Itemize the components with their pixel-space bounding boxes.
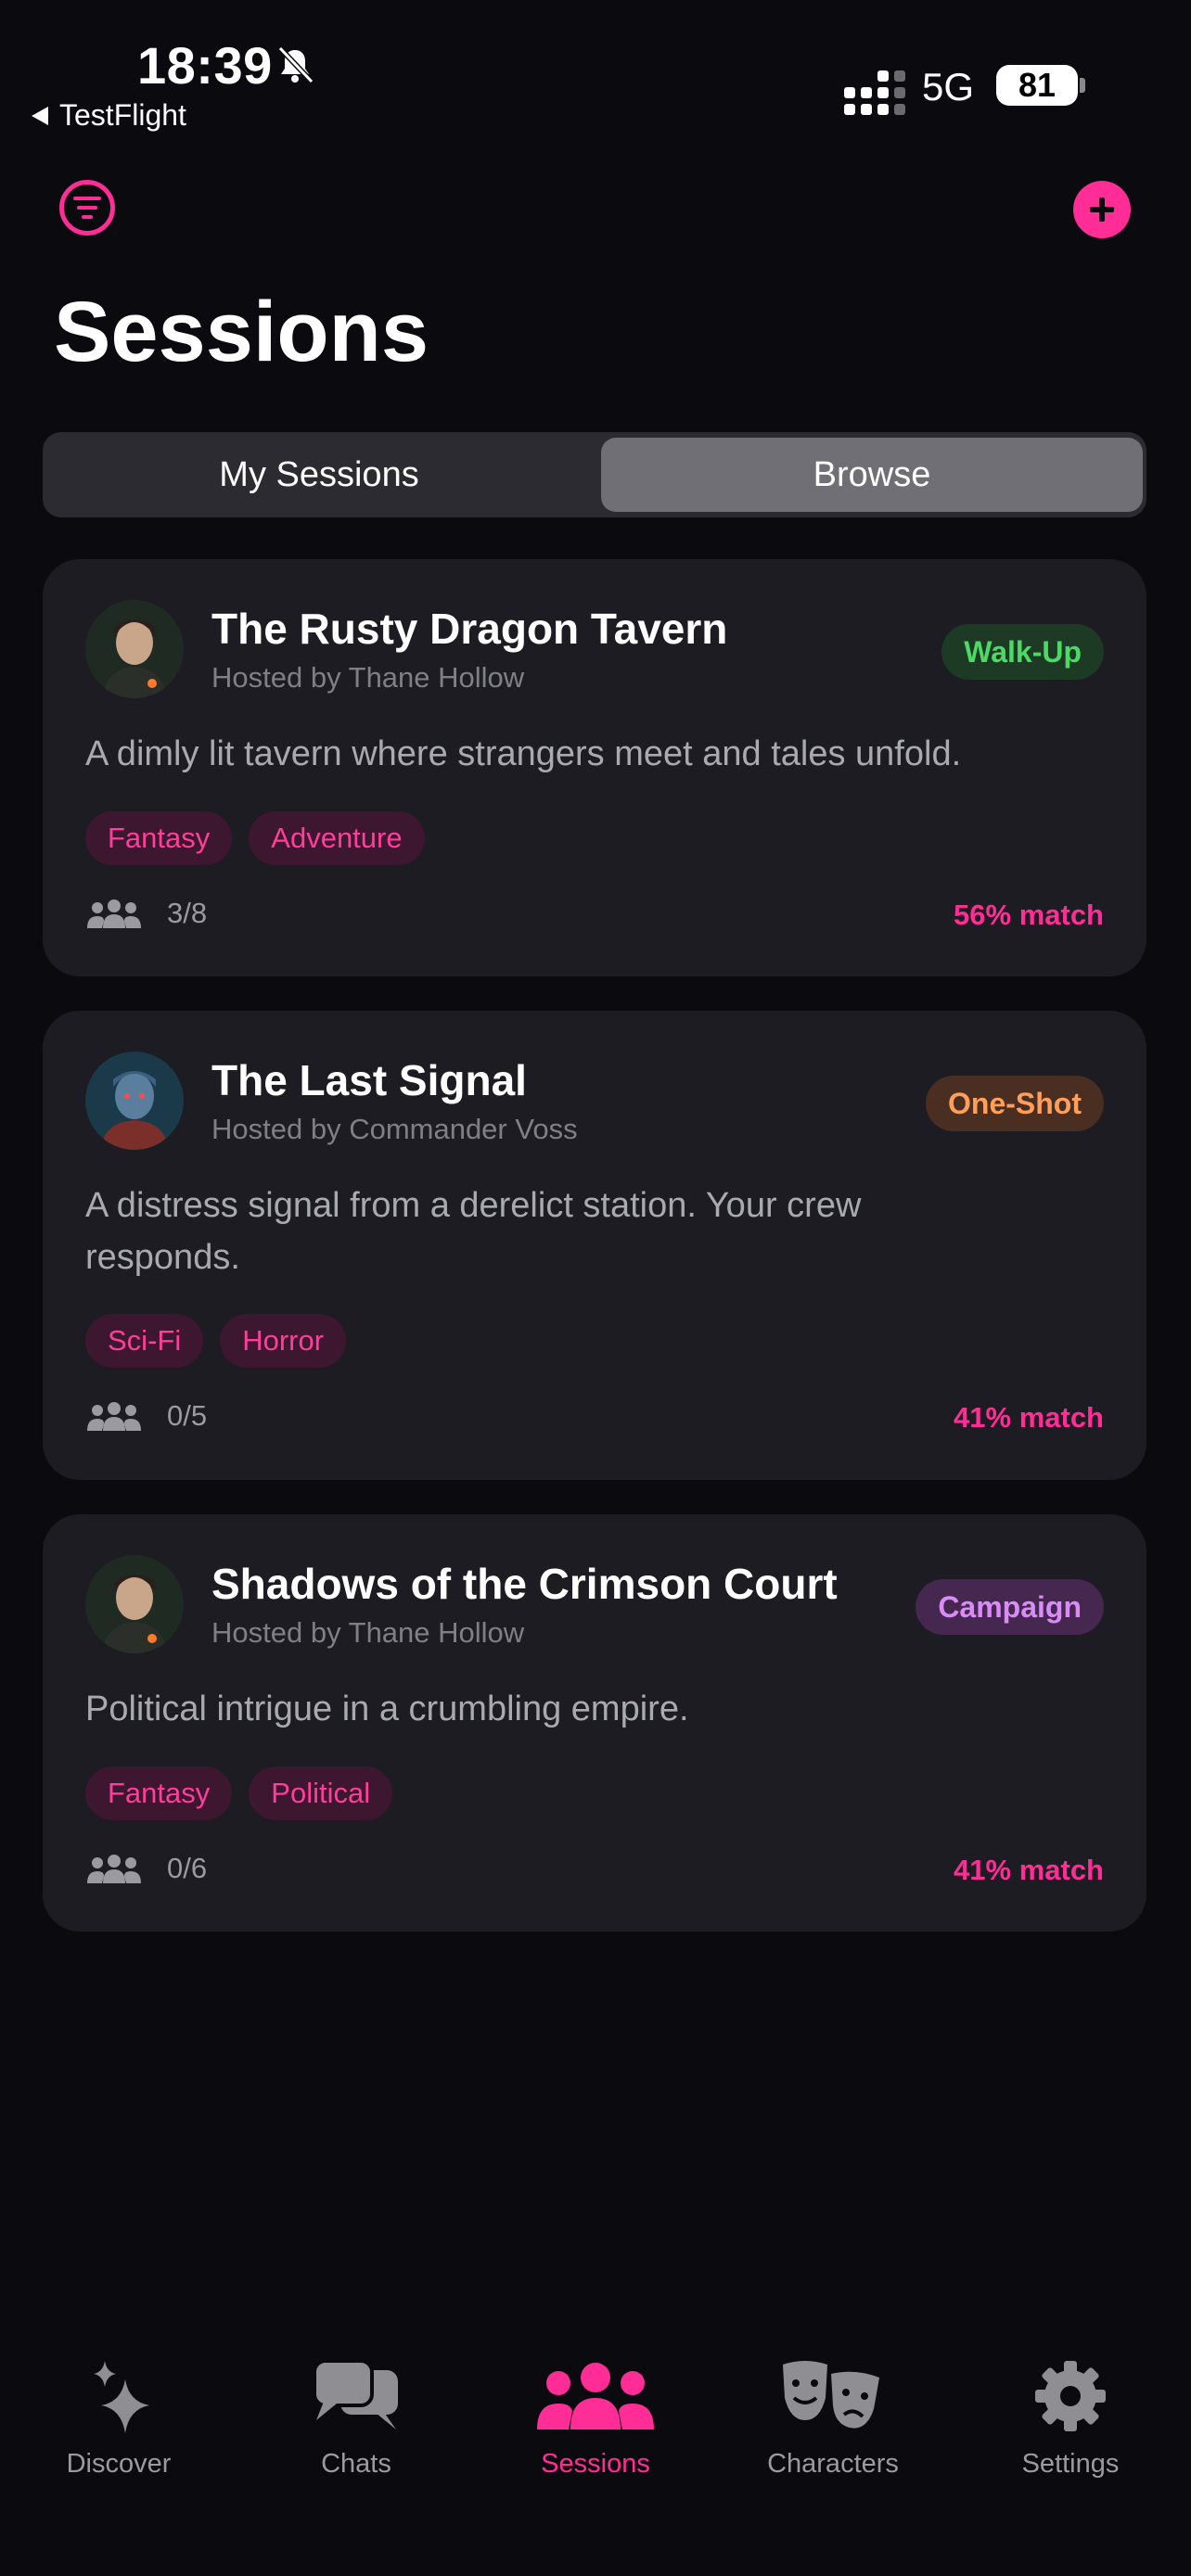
session-host: Hosted by Thane Hollow — [211, 1616, 525, 1649]
sessions-segmented-control: My Sessions Browse — [43, 432, 1146, 517]
tab-sessions[interactable]: Sessions — [493, 2355, 698, 2480]
session-description: A dimly lit tavern where strangers meet … — [85, 734, 962, 773]
session-description: A distress signal from a derelict statio… — [85, 1186, 862, 1277]
session-type-badge: One-Shot — [926, 1076, 1104, 1131]
host-avatar — [85, 600, 184, 698]
segment-my-sessions[interactable]: My Sessions — [48, 438, 590, 512]
sparkles-icon — [94, 2361, 149, 2433]
tab-label: Sessions — [541, 2449, 650, 2479]
add-session-button[interactable] — [1073, 181, 1131, 238]
host-avatar — [85, 1052, 184, 1150]
muted-bell-icon — [277, 45, 314, 84]
people-icon — [537, 2363, 654, 2429]
match-score: 41% match — [954, 1854, 1104, 1886]
session-type-badge: Walk-Up — [941, 624, 1104, 680]
tab-label: Discover — [66, 2449, 172, 2479]
genre-tag: Political — [249, 1766, 393, 1820]
player-count: 3/8 — [85, 897, 207, 930]
tag-list: Sci-Fi Horror — [85, 1314, 347, 1368]
theater-masks-icon — [783, 2361, 879, 2429]
people-icon — [87, 1855, 141, 1883]
tab-settings[interactable]: Settings — [968, 2355, 1172, 2480]
player-count-value: 0/5 — [167, 1399, 208, 1432]
tag-list: Fantasy Political — [85, 1766, 393, 1820]
player-count: 0/6 — [85, 1852, 207, 1885]
tag-list: Fantasy Adventure — [85, 811, 425, 865]
match-score: 56% match — [954, 899, 1104, 931]
tab-label: Chats — [321, 2449, 391, 2479]
session-host: Hosted by Thane Hollow — [211, 661, 525, 694]
session-host: Hosted by Commander Voss — [211, 1113, 578, 1145]
session-description: Political intrigue in a crumbling empire… — [85, 1690, 689, 1728]
session-title: The Last Signal — [211, 1056, 527, 1104]
genre-tag: Horror — [220, 1314, 347, 1368]
back-label: TestFlight — [59, 98, 186, 132]
genre-tag: Fantasy — [85, 1766, 233, 1820]
page-title: Sessions — [54, 285, 429, 379]
session-card[interactable]: Shadows of the Crimson Court Hosted by T… — [43, 1514, 1146, 1932]
player-count: 0/5 — [85, 1399, 207, 1433]
status-time: 18:39 — [137, 36, 273, 95]
filter-button[interactable] — [59, 180, 115, 236]
match-score: 41% match — [954, 1401, 1104, 1434]
chat-bubbles-icon — [313, 2359, 398, 2429]
session-title: Shadows of the Crimson Court — [211, 1560, 838, 1608]
genre-tag: Sci-Fi — [85, 1314, 204, 1368]
player-count-value: 3/8 — [167, 897, 208, 929]
segment-browse[interactable]: Browse — [601, 438, 1143, 512]
back-to-testflight[interactable]: TestFlight — [32, 98, 186, 133]
cellular-signal-icon — [844, 70, 905, 115]
gear-icon — [1035, 2361, 1106, 2431]
battery-icon: 81 — [996, 65, 1078, 106]
tab-chats[interactable]: Chats — [254, 2355, 458, 2480]
genre-tag: Adventure — [249, 811, 425, 865]
genre-tag: Fantasy — [85, 811, 233, 865]
player-count-value: 0/6 — [167, 1852, 208, 1884]
battery-cap — [1080, 78, 1085, 93]
tab-label: Settings — [1021, 2449, 1120, 2479]
session-type-badge: Campaign — [916, 1579, 1104, 1635]
tab-characters[interactable]: Characters — [731, 2355, 935, 2480]
session-card[interactable]: The Last Signal Hosted by Commander Voss… — [43, 1011, 1146, 1480]
network-type: 5G — [922, 65, 975, 108]
people-icon — [87, 1402, 141, 1431]
session-card[interactable]: The Rusty Dragon Tavern Hosted by Thane … — [43, 559, 1146, 976]
back-arrow-icon — [32, 106, 48, 125]
session-title: The Rusty Dragon Tavern — [211, 605, 728, 653]
tab-label: Characters — [767, 2449, 899, 2479]
people-icon — [87, 899, 141, 928]
host-avatar — [85, 1555, 184, 1653]
tab-discover[interactable]: Discover — [17, 2355, 221, 2480]
battery-level: 81 — [1018, 66, 1057, 104]
